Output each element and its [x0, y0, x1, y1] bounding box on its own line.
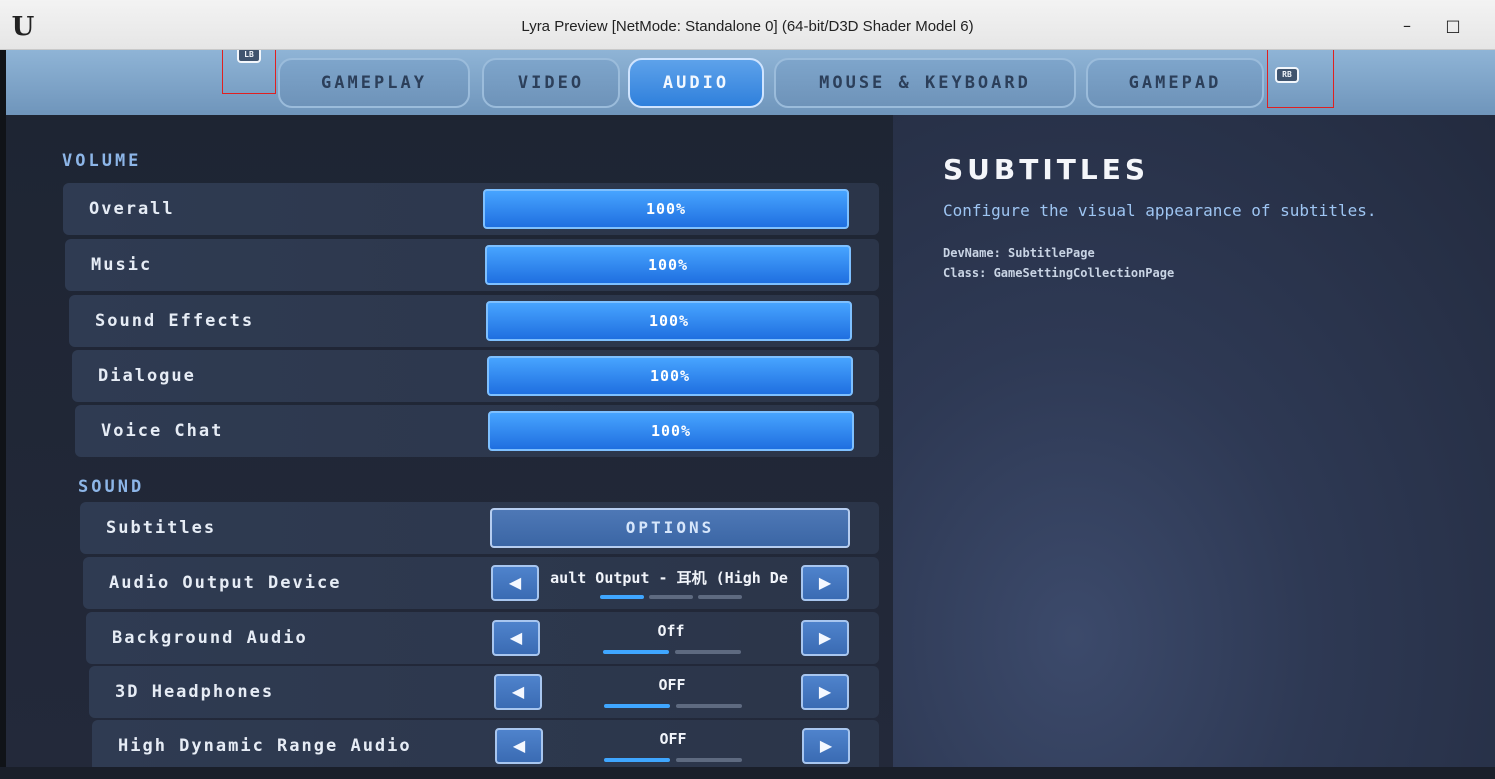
setting-row-overall[interactable]: Overall 100% — [63, 183, 879, 235]
option-indicator — [600, 595, 644, 599]
option-indicator — [676, 758, 742, 762]
setting-label: 3D Headphones — [115, 682, 275, 702]
tab-video[interactable]: VIDEO — [482, 58, 620, 108]
setting-label: Subtitles — [106, 518, 217, 538]
previous-option-button[interactable]: ◀ — [495, 728, 543, 764]
previous-option-button[interactable]: ◀ — [491, 565, 539, 601]
option-indicator — [675, 650, 741, 654]
tab-gameplay[interactable]: GAMEPLAY — [278, 58, 470, 108]
option-indicator — [603, 650, 669, 654]
option-indicator — [676, 704, 742, 708]
rb-button-icon[interactable]: RB — [1275, 67, 1299, 83]
setting-row-voice-chat[interactable]: Voice Chat 100% — [75, 405, 879, 457]
option-indicator — [649, 595, 693, 599]
volume-slider-sound-effects[interactable]: 100% — [486, 301, 852, 341]
option-indicator — [698, 595, 742, 599]
setting-label: Sound Effects — [95, 311, 255, 331]
details-title: SUBTITLES — [943, 153, 1149, 186]
section-title-sound: SOUND — [78, 477, 145, 497]
details-class: Class: GameSettingCollectionPage — [943, 266, 1175, 280]
game-viewport: LB 按钮 GAMEPLAY VIDEO AUDIO MOUSE & KEYBO… — [6, 50, 1495, 767]
setting-row-hdr-audio[interactable]: High Dynamic Range Audio ◀ OFF ▶ — [92, 720, 879, 767]
previous-option-button[interactable]: ◀ — [494, 674, 542, 710]
setting-row-subtitles[interactable]: Subtitles OPTIONS — [80, 502, 879, 554]
lb-button-icon[interactable]: LB — [237, 50, 261, 63]
rb-highlight: RB — [1267, 50, 1334, 108]
details-panel: SUBTITLES Configure the visual appearanc… — [893, 115, 1495, 767]
details-description: Configure the visual appearance of subti… — [943, 201, 1377, 220]
setting-label: Music — [91, 255, 153, 275]
rotator-value: OFF — [659, 730, 687, 748]
previous-option-button[interactable]: ◀ — [492, 620, 540, 656]
section-title-volume: VOLUME — [62, 151, 142, 171]
option-indicator — [604, 758, 670, 762]
setting-label: Voice Chat — [101, 421, 224, 441]
settings-list-panel: VOLUME Overall 100% Music 100% Sound Eff… — [6, 115, 893, 767]
bottom-edge — [0, 767, 1495, 779]
details-devname: DevName: SubtitlePage — [943, 246, 1095, 260]
setting-row-sound-effects[interactable]: Sound Effects 100% — [69, 295, 879, 347]
next-option-button[interactable]: ▶ — [801, 674, 849, 710]
rotator-value: Off — [657, 622, 685, 640]
lb-highlight: LB — [222, 50, 276, 94]
setting-row-3d-headphones[interactable]: 3D Headphones ◀ OFF ▶ — [89, 666, 879, 718]
volume-slider-dialogue[interactable]: 100% — [487, 356, 853, 396]
setting-row-background-audio[interactable]: Background Audio ◀ Off ▶ — [86, 612, 879, 664]
next-option-button[interactable]: ▶ — [801, 620, 849, 656]
tab-audio[interactable]: AUDIO — [628, 58, 764, 108]
volume-slider-overall[interactable]: 100% — [483, 189, 849, 229]
volume-slider-voice-chat[interactable]: 100% — [488, 411, 854, 451]
settings-tab-bar: LB 按钮 GAMEPLAY VIDEO AUDIO MOUSE & KEYBO… — [6, 50, 1495, 143]
setting-row-audio-output-device[interactable]: Audio Output Device ◀ ault Output - 耳机 (… — [83, 557, 879, 609]
tab-mouse-keyboard[interactable]: MOUSE & KEYBOARD — [774, 58, 1076, 108]
subtitles-options-button[interactable]: OPTIONS — [490, 508, 850, 548]
setting-row-music[interactable]: Music 100% — [65, 239, 879, 291]
setting-label: Overall — [89, 199, 175, 219]
window-titlebar: U Lyra Preview [NetMode: Standalone 0] (… — [0, 0, 1495, 50]
maximize-button[interactable]: □ — [1438, 12, 1468, 40]
minimize-button[interactable]: – — [1392, 12, 1422, 40]
tab-gamepad[interactable]: GAMEPAD — [1086, 58, 1264, 108]
option-indicator — [604, 704, 670, 708]
setting-row-dialogue[interactable]: Dialogue 100% — [72, 350, 879, 402]
setting-label: High Dynamic Range Audio — [118, 736, 412, 756]
setting-label: Background Audio — [112, 628, 308, 648]
setting-label: Dialogue — [98, 366, 196, 386]
setting-label: Audio Output Device — [109, 573, 342, 593]
volume-slider-music[interactable]: 100% — [485, 245, 851, 285]
window-title: Lyra Preview [NetMode: Standalone 0] (64… — [521, 18, 974, 35]
rotator-value: ault Output - 耳机 (High De — [550, 569, 788, 587]
next-option-button[interactable]: ▶ — [802, 728, 850, 764]
next-option-button[interactable]: ▶ — [801, 565, 849, 601]
rotator-value: OFF — [658, 676, 686, 694]
